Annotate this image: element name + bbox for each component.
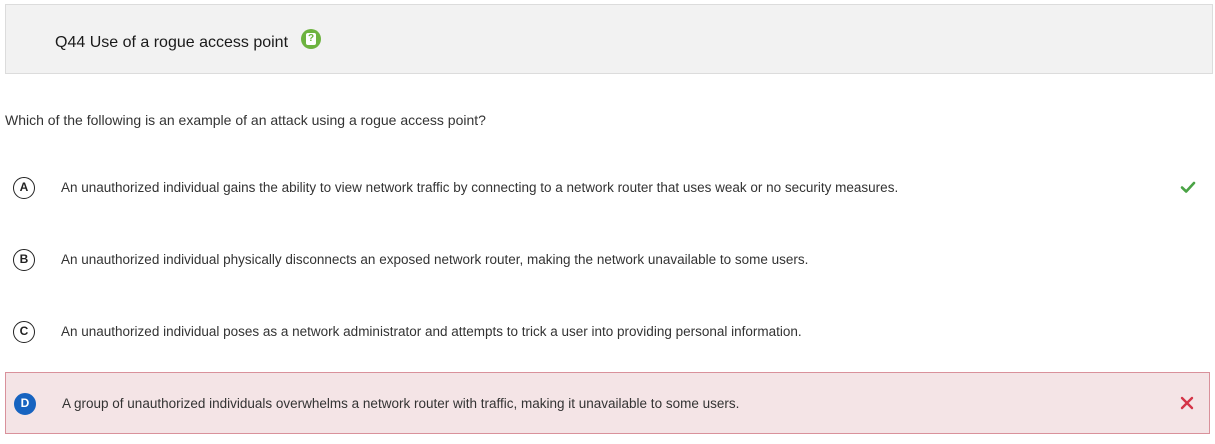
x-icon [1180,396,1194,410]
answer-option-c[interactable]: C An unauthorized individual poses as a … [5,301,1210,363]
question-prompt: Which of the following is an example of … [5,112,486,128]
answer-option-d[interactable]: D A group of unauthorized individuals ov… [5,372,1210,434]
option-letter-badge[interactable]: C [13,321,35,343]
check-icon [1180,181,1196,193]
option-letter-badge[interactable]: B [13,249,35,271]
option-text: A group of unauthorized individuals over… [62,396,740,411]
help-icon-glyph: ? [306,33,316,45]
option-text: An unauthorized individual physically di… [61,252,809,267]
option-letter-badge[interactable]: D [14,393,36,415]
option-text: An unauthorized individual poses as a ne… [61,324,802,339]
question-title: Q44 Use of a rogue access point [55,34,289,51]
question-header: Q44 Use of a rogue access point ? [5,4,1213,74]
option-text: An unauthorized individual gains the abi… [61,180,899,195]
option-letter-badge[interactable]: A [13,177,35,199]
help-icon[interactable]: ? [301,29,321,49]
answer-option-b[interactable]: B An unauthorized individual physically … [5,229,1210,291]
answer-option-a[interactable]: A An unauthorized individual gains the a… [5,157,1210,219]
